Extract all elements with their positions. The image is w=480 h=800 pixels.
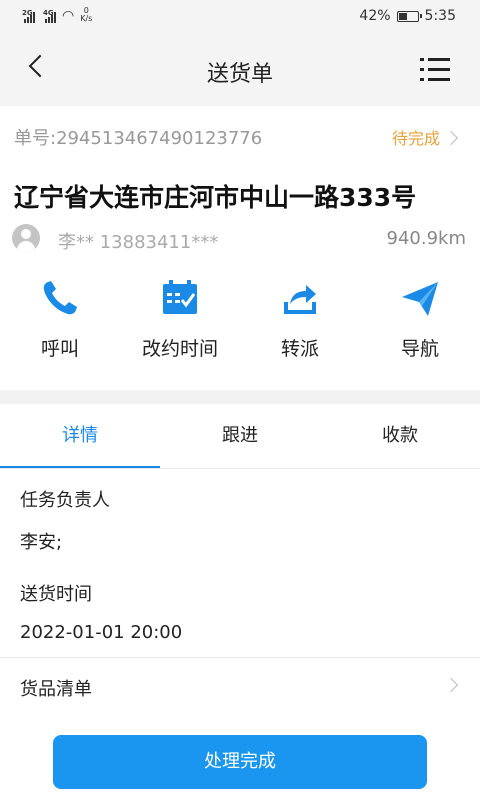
page-title: 送货单: [206, 62, 273, 87]
navigate-button[interactable]: 导航: [360, 276, 480, 366]
share-icon: [284, 285, 316, 314]
owner-value: 李安;: [20, 532, 63, 553]
delivery-time-value: 2022-01-01 20:00: [20, 622, 183, 643]
goods-list-row[interactable]: 货品清单: [20, 675, 92, 701]
order-info: 单号:294513467490123776 待完成 辽宁省大连市庄河市中山一路3…: [0, 106, 480, 390]
status-bar: 2G 4G ◠ 0 K/s 42% 5:35: [0, 0, 480, 34]
chevron-right-icon[interactable]: [443, 130, 459, 146]
battery-fill: [398, 12, 407, 20]
net-speed-unit: K/s: [80, 14, 93, 23]
distance: 940.9km: [386, 228, 467, 249]
order-number: 单号:294513467490123776: [14, 128, 263, 149]
section-divider: [0, 390, 480, 404]
signal-icon-sim1: 2G: [22, 9, 35, 23]
tab-payment[interactable]: 收款: [320, 404, 480, 468]
battery-icon: [396, 10, 422, 22]
clock: 5:35: [424, 8, 456, 24]
sim1-network-type: 2G: [22, 9, 33, 17]
action-bar: 呼叫 改约时间 转派 导航: [0, 276, 480, 366]
sim2-network-type: 4G: [43, 9, 54, 17]
customer-contact: 李** 13883411***: [58, 232, 219, 253]
calendar-check-icon: [163, 280, 197, 314]
transfer-label: 转派: [280, 338, 319, 360]
delivery-address: 辽宁省大连市庄河市中山一路333号: [14, 183, 417, 212]
call-label: 呼叫: [40, 338, 79, 360]
battery-percent: 42%: [359, 8, 391, 24]
navigate-label: 导航: [400, 338, 439, 360]
call-button[interactable]: 呼叫: [0, 276, 120, 366]
paper-plane-icon: [402, 282, 438, 316]
delivery-time-label: 送货时间: [20, 584, 92, 605]
complete-button[interactable]: 处理完成: [53, 735, 427, 789]
reschedule-button[interactable]: 改约时间: [120, 276, 240, 366]
divider: [0, 657, 480, 658]
owner-label: 任务负责人: [20, 490, 110, 511]
status-right: 42% 5:35: [359, 8, 456, 24]
avatar-icon: [12, 224, 40, 252]
nav-bar: 送货单: [0, 34, 480, 106]
reschedule-label: 改约时间: [141, 338, 218, 360]
phone-icon: [43, 281, 77, 315]
list-menu-icon[interactable]: [420, 58, 450, 82]
signal-icon-sim2: 4G: [43, 9, 56, 23]
tab-bar: 详情 跟进 收款: [0, 404, 480, 468]
net-speed: 0 K/s: [80, 7, 92, 23]
tab-divider: [0, 468, 480, 469]
tab-details[interactable]: 详情: [0, 404, 160, 468]
chevron-right-icon[interactable]: [443, 677, 459, 693]
tab-follow-up[interactable]: 跟进: [160, 404, 320, 468]
order-status[interactable]: 待完成: [392, 125, 440, 149]
status-left: 2G 4G ◠ 0 K/s: [22, 7, 92, 24]
wifi-icon: ◠: [62, 8, 75, 24]
transfer-button[interactable]: 转派: [240, 276, 360, 366]
